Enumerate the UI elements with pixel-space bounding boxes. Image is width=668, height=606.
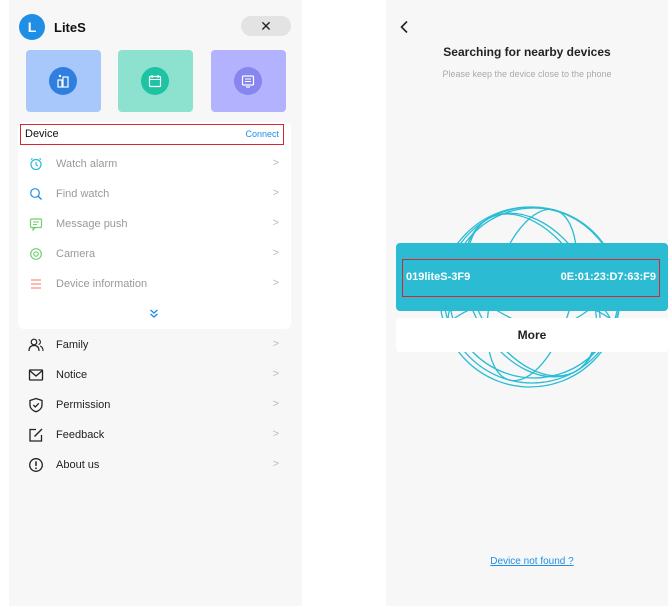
shield-icon bbox=[28, 397, 44, 413]
calendar-tile[interactable] bbox=[118, 50, 193, 112]
menu-item-label: Notice bbox=[56, 369, 88, 381]
menu-item-label: Permission bbox=[56, 399, 111, 411]
close-button[interactable]: ✕ bbox=[241, 16, 291, 36]
menu-item-about-us[interactable]: About us > bbox=[18, 450, 291, 480]
device-item-label: Find watch bbox=[56, 188, 110, 200]
chevron-right-icon: > bbox=[272, 428, 279, 440]
device-label: Device bbox=[25, 128, 59, 140]
device-item-label: Message push bbox=[56, 218, 128, 230]
edit-icon bbox=[28, 427, 44, 443]
menu-item-family[interactable]: Family > bbox=[18, 330, 291, 360]
chevron-right-icon: > bbox=[272, 458, 279, 470]
chevron-right-icon: > bbox=[272, 217, 279, 229]
device-row[interactable]: 019liteS-3F9 0E:01:23:D7:63:F9 bbox=[402, 259, 660, 297]
chevron-right-icon: > bbox=[272, 338, 279, 350]
device-item-label: Device information bbox=[56, 278, 148, 290]
camera-icon bbox=[28, 246, 44, 262]
menu-item-notice[interactable]: Notice > bbox=[18, 360, 291, 390]
chevron-right-icon: > bbox=[272, 187, 279, 199]
calendar-icon bbox=[141, 67, 169, 95]
steps-tile[interactable] bbox=[26, 50, 101, 112]
steps-icon bbox=[49, 67, 77, 95]
mail-icon bbox=[28, 367, 44, 383]
device-item-label: Camera bbox=[56, 248, 96, 260]
menu-item-label: About us bbox=[56, 459, 100, 471]
menu-item-permission[interactable]: Permission > bbox=[18, 390, 291, 420]
left-topbar: L LiteS ✕ bbox=[9, 10, 302, 44]
connect-link[interactable]: Connect bbox=[245, 129, 279, 139]
list-icon bbox=[28, 276, 44, 292]
app-title: LiteS bbox=[54, 20, 86, 35]
menu-item-label: Family bbox=[56, 339, 89, 351]
search-icon bbox=[28, 186, 44, 202]
alarm-clock-icon bbox=[28, 156, 44, 172]
device-item-message-push[interactable]: Message push > bbox=[18, 209, 291, 239]
message-icon bbox=[28, 216, 44, 232]
chevron-right-icon: > bbox=[272, 368, 279, 380]
device-header: Device Connect bbox=[20, 124, 284, 145]
right-panel: Searching for nearby devices Please keep… bbox=[386, 0, 668, 606]
double-chevron-down-icon[interactable] bbox=[144, 307, 164, 321]
chevron-right-icon: > bbox=[272, 277, 279, 289]
display-icon bbox=[234, 67, 262, 95]
menu-item-label: Feedback bbox=[56, 429, 105, 441]
device-mac: 0E:01:23:D7:63:F9 bbox=[560, 271, 656, 283]
page-subtitle: Please keep the device close to the phon… bbox=[442, 69, 612, 79]
feature-tiles bbox=[9, 50, 302, 114]
chevron-right-icon: > bbox=[272, 398, 279, 410]
menu-item-feedback[interactable]: Feedback > bbox=[18, 420, 291, 450]
page-title: Searching for nearby devices bbox=[443, 45, 611, 59]
avatar[interactable]: L bbox=[19, 14, 45, 40]
device-name: 019liteS-3F9 bbox=[406, 271, 471, 283]
chevron-right-icon: > bbox=[272, 247, 279, 259]
found-device-bar[interactable]: 019liteS-3F9 0E:01:23:D7:63:F9 bbox=[396, 243, 668, 311]
left-panel: L LiteS ✕ Device Connect Watch alarm > F… bbox=[9, 0, 302, 606]
device-item-label: Watch alarm bbox=[56, 158, 118, 170]
back-arrow-icon[interactable] bbox=[396, 18, 412, 36]
family-icon bbox=[28, 337, 44, 353]
device-item-camera[interactable]: Camera > bbox=[18, 239, 291, 269]
display-tile[interactable] bbox=[211, 50, 286, 112]
device-not-found-link[interactable]: Device not found ? bbox=[386, 556, 668, 567]
device-item-find-watch[interactable]: Find watch > bbox=[18, 179, 291, 209]
chevron-right-icon: > bbox=[272, 157, 279, 169]
device-card: Device Connect Watch alarm > Find watch … bbox=[18, 122, 291, 329]
more-button[interactable]: More bbox=[396, 318, 668, 352]
device-item-watch-alarm[interactable]: Watch alarm > bbox=[18, 149, 291, 179]
device-item-device-information[interactable]: Device information > bbox=[18, 269, 291, 299]
info-icon bbox=[28, 457, 44, 473]
